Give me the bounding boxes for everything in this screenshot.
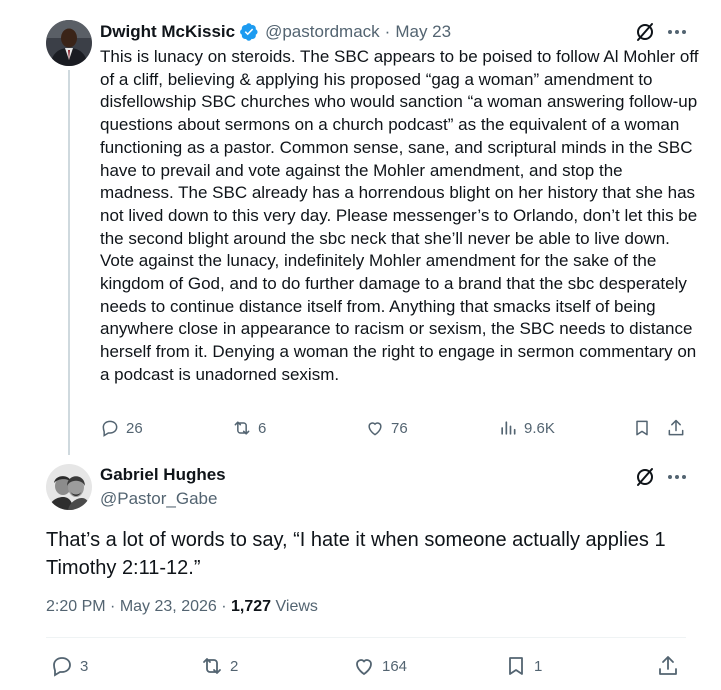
views-count: 1,727 (231, 598, 272, 615)
author-name[interactable]: Dwight McKissic (100, 22, 235, 42)
verified-badge-icon[interactable] (239, 22, 259, 42)
bookmark-button[interactable]: 1 (504, 654, 542, 678)
bookmark-icon (636, 420, 648, 436)
grok-icon[interactable] (634, 21, 656, 43)
repost-button[interactable]: 2 (200, 654, 238, 678)
share-icon (668, 419, 684, 436)
more-icon[interactable] (666, 21, 688, 43)
separator-dot: · (221, 598, 227, 615)
author-handle[interactable]: @pastordmack (265, 22, 380, 42)
post-metadata: 2:20 PM · May 23, 2026 · 1,727 Views (46, 598, 318, 616)
reply-button[interactable]: 3 (50, 654, 88, 678)
views-count: 9.6K (524, 419, 555, 437)
repost-icon (234, 421, 250, 435)
post2-action-bar: 3 2 164 1 (46, 654, 691, 680)
post1-text: This is lunacy on steroids. The SBC appe… (100, 47, 699, 384)
repost-icon (203, 658, 221, 674)
divider (46, 637, 686, 638)
more-icon[interactable] (666, 466, 688, 488)
views-label: Views (275, 598, 318, 615)
thread-connector-line (68, 70, 70, 455)
author-handle[interactable]: @Pastor_Gabe (100, 489, 217, 509)
like-count: 164 (382, 657, 408, 675)
reply-count: 3 (80, 657, 89, 675)
bookmark-count: 1 (534, 657, 543, 675)
like-count: 76 (391, 419, 408, 437)
bookmark-icon (509, 657, 523, 675)
post1-action-bar: 26 6 76 9.6K (100, 416, 690, 440)
post2-text: That’s a lot of words to say, “I hate it… (46, 529, 666, 579)
avatar-dwight-mckissic[interactable] (46, 20, 92, 66)
share-button[interactable] (666, 416, 692, 440)
post1-header: Dwight McKissic @pastordmack · May 23 (100, 20, 451, 44)
author-name[interactable]: Gabriel Hughes (100, 465, 226, 485)
post-date[interactable]: May 23 (395, 22, 451, 42)
reply-icon (53, 657, 71, 677)
post-date[interactable]: May 23, 2026 (120, 598, 217, 615)
post-time[interactable]: 2:20 PM (46, 598, 106, 615)
like-icon (368, 422, 382, 436)
like-button[interactable]: 164 (352, 654, 407, 678)
repost-count: 6 (258, 419, 267, 437)
avatar-gabriel-hughes[interactable] (46, 464, 92, 510)
repost-count: 2 (230, 657, 239, 675)
reply-count: 26 (126, 419, 143, 437)
separator-dot: · (110, 598, 116, 615)
bookmark-button[interactable] (632, 416, 658, 440)
like-button[interactable]: 76 (365, 416, 408, 440)
views-button[interactable]: 9.6K (498, 416, 555, 440)
reply-icon (102, 420, 118, 437)
repost-button[interactable]: 6 (232, 416, 266, 440)
like-icon (356, 659, 372, 676)
views-icon (501, 421, 516, 435)
share-icon (659, 656, 677, 675)
share-button[interactable] (656, 654, 686, 678)
separator-dot: · (384, 22, 391, 41)
reply-button[interactable]: 26 (100, 416, 143, 440)
grok-icon[interactable] (634, 466, 656, 488)
